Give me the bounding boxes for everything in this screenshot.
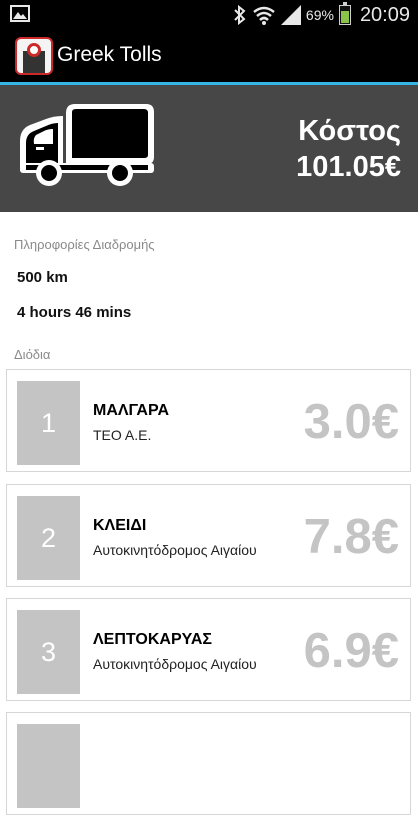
- truck-icon: [20, 104, 154, 186]
- cost-value: 101.05€: [296, 151, 401, 183]
- toll-price: 3.0€: [303, 395, 399, 449]
- toll-item-3[interactable]: 3 ΛΕΠΤΟΚΑΡΥΑΣ Αυτοκινητόδρομος Αιγαίου 6…: [6, 598, 411, 701]
- route-info-header: Πληροφορίες Διαδρομής: [14, 237, 155, 252]
- wifi-icon: [253, 6, 275, 25]
- cell-signal-icon: [280, 5, 301, 25]
- cost-label: Κόστος: [298, 115, 401, 147]
- toll-item-2[interactable]: 2 ΚΛΕΙΔΙ Αυτοκινητόδρομος Αιγαίου 7.8€: [6, 484, 411, 587]
- toll-name: ΜΑΛΓΑΡΑ: [93, 402, 170, 419]
- toll-operator: Αυτοκινητόδρομος Αιγαίου: [93, 542, 257, 558]
- status-icons: 69% 20:09: [233, 0, 410, 30]
- toll-item-4[interactable]: [6, 712, 411, 815]
- toll-name: ΚΛΕΙΔΙ: [93, 517, 147, 534]
- toll-price: 7.8€: [303, 510, 399, 564]
- route-distance: 500 km: [17, 269, 68, 286]
- toll-operator: ΤΕΟ Α.Ε.: [93, 427, 152, 443]
- cost-summary-banner: Κόστος 101.05€: [0, 85, 418, 212]
- toll-number: 1: [17, 381, 80, 465]
- toll-name: ΛΕΠΤΟΚΑΡΥΑΣ: [93, 631, 212, 648]
- action-bar: Greek Tolls: [0, 30, 418, 85]
- route-duration: 4 hours 46 mins: [17, 304, 132, 321]
- app-logo-icon[interactable]: [15, 37, 53, 75]
- toll-price: 6.9€: [303, 624, 399, 678]
- toll-item-1[interactable]: 1 ΜΑΛΓΑΡΑ ΤΕΟ Α.Ε. 3.0€: [6, 369, 411, 472]
- status-bar: 69% 20:09: [0, 0, 418, 30]
- toll-number: 3: [17, 610, 80, 694]
- toll-number: [17, 724, 80, 808]
- app-title: Greek Tolls: [57, 43, 162, 66]
- battery-icon: [338, 2, 351, 25]
- tolls-header: Διόδια: [14, 347, 51, 362]
- toll-operator: Αυτοκινητόδρομος Αιγαίου: [93, 656, 257, 672]
- bluetooth-icon: [234, 5, 246, 25]
- toll-number: 2: [17, 496, 80, 580]
- battery-percent: 69%: [305, 7, 334, 23]
- status-clock: 20:09: [359, 3, 410, 26]
- gallery-notification-icon: [10, 5, 30, 22]
